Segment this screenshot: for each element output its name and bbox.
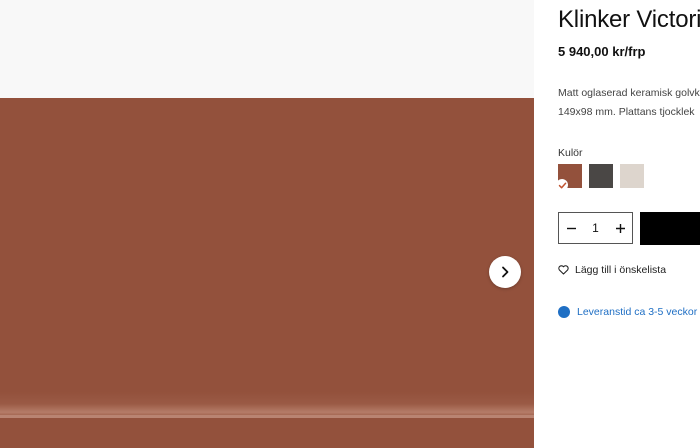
plus-icon [615, 223, 625, 233]
delivery-info: Leveranstid ca 3-5 veckor [558, 306, 697, 318]
add-to-cart-button[interactable] [640, 212, 700, 245]
product-image [0, 98, 534, 448]
add-to-wishlist-link[interactable]: Lägg till i önskelista [558, 264, 666, 276]
status-dot-icon [558, 306, 570, 318]
next-image-button[interactable] [489, 256, 521, 288]
product-image-gallery [0, 0, 534, 448]
heart-icon [558, 265, 569, 275]
minus-icon [566, 227, 576, 229]
product-title: Klinker Victoria [558, 6, 700, 33]
delivery-time-label: Leveranstid ca 3-5 veckor [577, 306, 698, 318]
description-line: 149x98 mm. Plattans tjocklek [558, 106, 695, 118]
chevron-right-icon [502, 266, 509, 278]
description-line: Matt oglaserad keramisk golvklinker [558, 87, 700, 99]
product-description: Matt oglaserad keramisk golvklinker 149x… [558, 84, 700, 122]
product-info-panel: Klinker Victoria 5 940,00 kr/frp Matt og… [558, 0, 700, 448]
quantity-input[interactable]: 1 [586, 221, 606, 235]
color-swatches [558, 164, 644, 191]
wishlist-label: Lägg till i önskelista [575, 264, 667, 276]
color-label: Kulör [558, 147, 583, 159]
increase-quantity-button[interactable] [608, 213, 632, 243]
quantity-stepper: 1 [558, 212, 633, 244]
product-price: 5 940,00 kr/frp [558, 44, 646, 59]
color-swatch-beige[interactable] [620, 164, 644, 188]
tile-edge-highlight [0, 415, 534, 418]
decrease-quantity-button[interactable] [559, 213, 583, 243]
check-icon [558, 179, 568, 191]
color-swatch-red[interactable] [558, 164, 582, 191]
color-swatch-dark-grey[interactable] [589, 164, 613, 188]
